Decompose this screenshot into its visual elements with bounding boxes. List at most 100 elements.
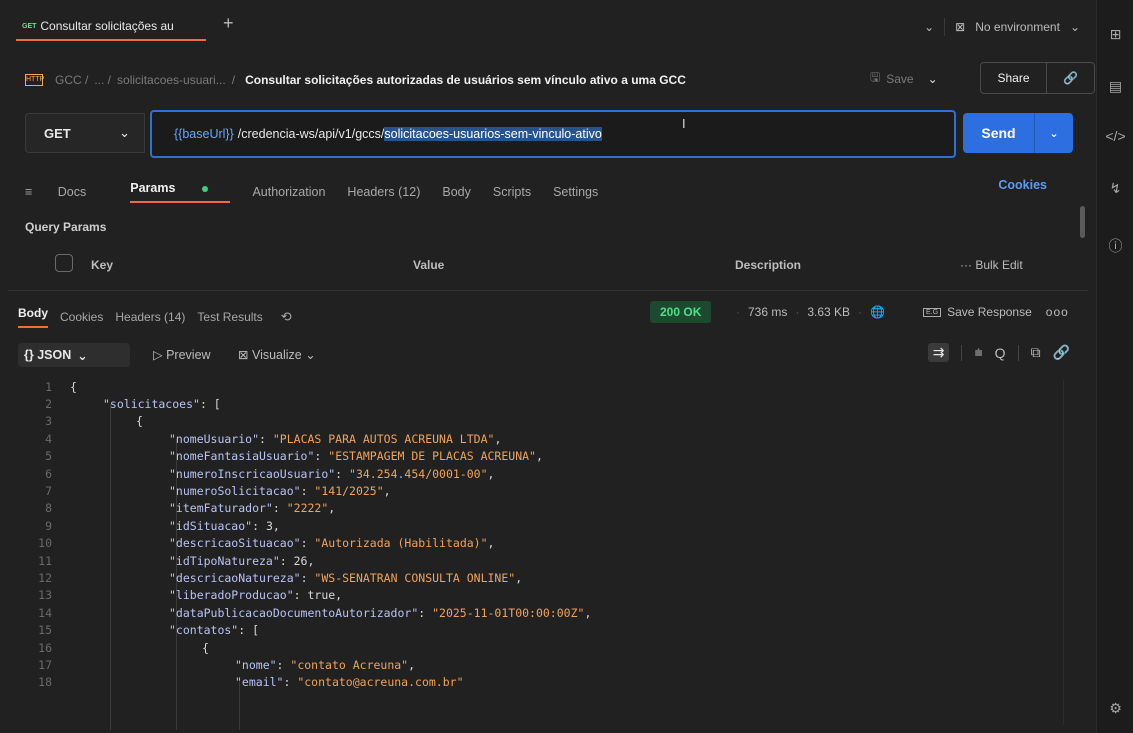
preview-button[interactable]: ▷ Preview — [153, 347, 211, 362]
line-number: 5 — [45, 449, 52, 464]
line-number: 2 — [45, 397, 52, 412]
related-icon[interactable]: ↯ — [1097, 180, 1133, 197]
code-line: 10 "descricaoSituacao": "Autorizada (Habi… — [18, 535, 1078, 552]
json-punct: : 26, — [279, 553, 315, 568]
settings-icon[interactable]: ⚙ — [1097, 700, 1133, 717]
workspace-icon[interactable]: ⊞ — [1097, 26, 1133, 43]
response-time[interactable]: 736 ms — [748, 305, 787, 319]
breadcrumb-root[interactable]: GCC / — [55, 73, 88, 87]
code-lines: 1{2 "solicitacoes": [3{4 "nomeUsuario": "P… — [18, 378, 1078, 691]
response-size[interactable]: 3.63 KB — [807, 305, 850, 319]
response-actions: ⇉ ⩧ Q ⧉ 🔗 — [927, 343, 1070, 362]
info-icon[interactable]: ⓘ — [1097, 236, 1133, 256]
code-text: "descricaoSituacao": "Autorizada (Habili… — [169, 536, 494, 550]
link-icon[interactable]: 🔗 — [1053, 344, 1070, 361]
json-key: "descricaoNatureza" — [169, 570, 301, 585]
json-key: "nome" — [235, 657, 277, 672]
code-line: 1{ — [18, 378, 1078, 395]
bulk-edit-button[interactable]: ··· Bulk Edit — [960, 258, 1023, 272]
chevron-down-icon[interactable]: ⌄ — [928, 72, 938, 86]
line-number: 4 — [45, 431, 52, 446]
json-punct: : [ — [238, 623, 260, 638]
json-key: "solicitacoes" — [103, 397, 200, 412]
method-selector[interactable]: GET ⌄ — [25, 113, 145, 153]
visualize-button[interactable]: ⊠ Visualize ⌄ — [238, 347, 316, 362]
json-key: "idSituacao" — [169, 518, 253, 533]
json-punct: : — [300, 536, 315, 551]
line-number: 17 — [38, 657, 52, 672]
tab-settings[interactable]: Settings — [553, 185, 598, 199]
request-tab[interactable]: GET Consultar solicitações au — [16, 13, 206, 41]
url-input[interactable]: {{baseUrl}} /credencia-ws/api/v1/gccs/ s… — [150, 110, 956, 158]
code-scrollbar[interactable] — [1063, 380, 1064, 725]
json-key: "nomeUsuario" — [169, 431, 260, 446]
json-punct: : [ — [199, 397, 221, 412]
tab-authorization[interactable]: Authorization — [252, 185, 325, 199]
tab-headers[interactable]: Headers (12) — [347, 185, 420, 199]
url-selected-text: solicitacoes-usuarios-sem-vinculo-ativo — [384, 127, 602, 141]
send-button[interactable]: Send ⌄ — [963, 113, 1073, 153]
save-response-button[interactable]: E.G Save Response ooo — [923, 305, 1069, 319]
code-text: "liberadoProducao": true, — [169, 588, 342, 602]
json-punct: { — [202, 640, 209, 655]
tab-response-headers[interactable]: Headers (14) — [115, 310, 185, 324]
query-params-header: Key Value Description ··· Bulk Edit — [55, 248, 1055, 278]
code-text: "idSituacao": 3, — [169, 519, 280, 533]
code-text: "nome": "contato Acreuna", — [235, 658, 415, 672]
chevron-down-icon[interactable]: ⌄ — [924, 20, 934, 34]
response-body-code[interactable]: 1{2 "solicitacoes": [3{4 "nomeUsuario": "P… — [18, 378, 1078, 730]
right-rail: ⊞ ▤ </> ↯ ⓘ ⚙ — [1096, 0, 1133, 733]
json-key: "liberadoProducao" — [169, 588, 294, 603]
pane-divider[interactable] — [8, 290, 1088, 291]
comments-icon[interactable]: ▤ — [1097, 78, 1133, 95]
share-button[interactable]: Share — [981, 63, 1047, 93]
code-line: 13 "liberadoProducao": true, — [18, 587, 1078, 604]
breadcrumb-ellipsis[interactable]: ... / — [94, 73, 111, 87]
json-punct: : — [335, 466, 350, 481]
status-badge: 200 OK — [650, 301, 712, 323]
network-icon[interactable]: 🌐 — [870, 305, 885, 319]
code-line: 11 "idTipoNatureza": 26, — [18, 552, 1078, 569]
wrap-lines-icon[interactable]: ⇉ — [927, 343, 950, 362]
environment-selector[interactable]: ⌄ ⊠ No environment ⌄ — [924, 18, 1080, 36]
more-icon[interactable]: ooo — [1046, 305, 1069, 319]
tab-params[interactable]: Params — [130, 181, 231, 203]
json-punct: : — [418, 605, 433, 620]
json-string: "2025-11-01T00:00:00Z" — [432, 605, 585, 620]
tab-method: GET — [22, 22, 37, 30]
filter-icon[interactable]: ⩧ — [974, 344, 982, 361]
tab-test-results[interactable]: Test Results — [197, 310, 262, 324]
copy-icon[interactable]: ⧉ — [1031, 344, 1041, 361]
tab-docs[interactable]: ≡ Docs — [25, 185, 108, 199]
tab-response-body[interactable]: Body — [18, 306, 48, 328]
breadcrumb-folder[interactable]: solicitacoes-usuari... — [117, 73, 226, 87]
search-icon[interactable]: Q — [995, 345, 1006, 361]
params-scrollbar[interactable] — [1080, 206, 1085, 238]
chevron-down-icon[interactable]: ⌄ — [1035, 127, 1073, 140]
request-title[interactable]: Consultar solicitações autorizadas de us… — [245, 73, 686, 87]
tab-scripts[interactable]: Scripts — [493, 185, 531, 199]
code-icon[interactable]: </> — [1097, 128, 1133, 144]
json-string: "contato Acreuna" — [290, 657, 409, 672]
line-number: 18 — [38, 675, 52, 690]
tab-response-cookies[interactable]: Cookies — [60, 310, 103, 324]
send-label[interactable]: Send — [963, 113, 1035, 153]
divider — [961, 344, 963, 361]
history-icon[interactable]: ⟲ — [281, 309, 292, 325]
json-punct: , — [408, 657, 416, 672]
line-number: 13 — [38, 588, 52, 603]
json-key: "contatos" — [169, 623, 239, 638]
code-text: "dataPublicacaoDocumentoAutorizador": "2… — [169, 606, 591, 620]
base-url-variable[interactable]: {{baseUrl}} — [174, 127, 234, 141]
link-icon[interactable]: 🔗 — [1047, 71, 1094, 85]
json-punct: , — [487, 536, 495, 551]
tab-body[interactable]: Body — [442, 185, 471, 199]
format-selector[interactable]: {} JSON ⌄ — [18, 343, 130, 367]
code-text: "solicitacoes": [ — [103, 397, 221, 411]
code-text: "descricaoNatureza": "WS-SENATRAN CONSUL… — [169, 571, 522, 585]
select-all-checkbox[interactable] — [55, 254, 73, 272]
cookies-link[interactable]: Cookies — [998, 178, 1047, 192]
save-button[interactable]: 🖫 Save ⌄ — [870, 68, 938, 89]
line-number: 15 — [38, 623, 52, 638]
new-tab-button[interactable]: + — [223, 13, 234, 34]
